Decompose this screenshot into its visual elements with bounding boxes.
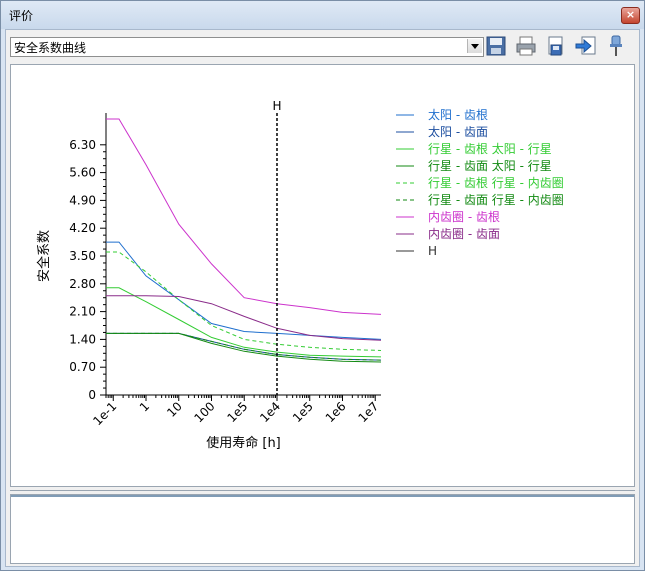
y-tick-label: 2.10 — [69, 305, 96, 319]
x-tick-label: 1e5 — [224, 399, 250, 425]
client-area: 安全系数曲线 0 0.70 1.40 2.10 2.80 3.50 4.20 4… — [5, 29, 640, 567]
y-tick-label: 2.80 — [69, 277, 96, 291]
legend-label: 太阳 - 齿面 — [428, 124, 488, 139]
legend-label: 行星 - 齿面 太阳 - 行星 — [428, 158, 552, 173]
document-export-icon — [548, 36, 563, 56]
legend-label: H — [428, 244, 437, 258]
bottom-panel-rule — [11, 495, 634, 497]
title-bar: 评价 × — [1, 1, 644, 29]
y-tick-label: 1.40 — [69, 332, 96, 346]
legend-label: 行星 - 齿根 行星 - 内齿圈 — [428, 176, 564, 190]
y-tick-label: 4.20 — [69, 221, 96, 235]
x-tick-label: 1e-1 — [90, 399, 119, 428]
y-tick-label: 0.70 — [69, 360, 96, 374]
y-tick-label: 0 — [88, 388, 96, 402]
save-button[interactable] — [484, 34, 508, 58]
h-marker-label: H — [272, 99, 281, 113]
y-tick-label: 3.50 — [69, 249, 96, 263]
series-line — [106, 118, 382, 315]
printer-icon — [516, 36, 536, 56]
x-tick-label: 100 — [192, 399, 218, 425]
combo-selected-value: 安全系数曲线 — [14, 41, 87, 55]
dialog-window: 评价 × 安全系数曲线 0 0.70 1.40 2.10 2.80 3.50 4… — [0, 0, 645, 571]
series-line — [106, 241, 382, 340]
y-axis-label: 安全系数 — [36, 230, 52, 282]
x-tick-label: 10 — [164, 399, 185, 420]
y-tick-label: 5.60 — [69, 166, 96, 180]
toolbar: 安全系数曲线 — [6, 30, 639, 62]
safety-factor-chart: 0 0.70 1.40 2.10 2.80 3.50 4.20 4.90 5.60 6.30 1e-… — [36, 99, 564, 451]
x-tick-label: 1 — [137, 399, 152, 414]
chevron-down-icon[interactable] — [467, 39, 482, 53]
x-tick-label: 1e7 — [355, 399, 381, 425]
chart-type-combo[interactable]: 安全系数曲线 — [10, 37, 484, 57]
legend-label: 内齿圈 - 齿面 — [428, 227, 500, 241]
x-tick-label: 1e6 — [323, 399, 349, 425]
legend-label: 行星 - 齿面 行星 - 内齿圈 — [428, 193, 564, 207]
export-button[interactable] — [544, 34, 568, 58]
pin-button[interactable] — [604, 34, 628, 58]
y-tick-label: 4.90 — [69, 193, 96, 207]
plot-panel: 0 0.70 1.40 2.10 2.80 3.50 4.20 4.90 5.60 6.30 1e-… — [10, 64, 635, 487]
floppy-disk-icon — [486, 36, 506, 56]
x-axis-label: 使用寿命 [h] — [206, 435, 281, 451]
y-tick-label: 6.30 — [69, 138, 96, 152]
x-tick-label: 1e5 — [290, 399, 316, 425]
print-button[interactable] — [514, 34, 538, 58]
legend-label: 行星 - 齿根 太阳 - 行星 — [428, 141, 552, 156]
x-tick-label: 1e4 — [257, 399, 283, 425]
import-button[interactable] — [574, 34, 598, 58]
series-line — [106, 251, 382, 351]
window-title: 评价 — [9, 9, 34, 23]
bottom-panel — [10, 494, 635, 564]
legend-label: 太阳 - 齿根 — [428, 107, 488, 122]
divider — [10, 490, 635, 491]
pin-icon — [610, 35, 622, 56]
document-arrow-icon — [575, 36, 596, 55]
close-button[interactable]: × — [621, 7, 640, 24]
series-line — [106, 287, 382, 358]
legend-label: 内齿圈 - 齿根 — [428, 210, 500, 224]
